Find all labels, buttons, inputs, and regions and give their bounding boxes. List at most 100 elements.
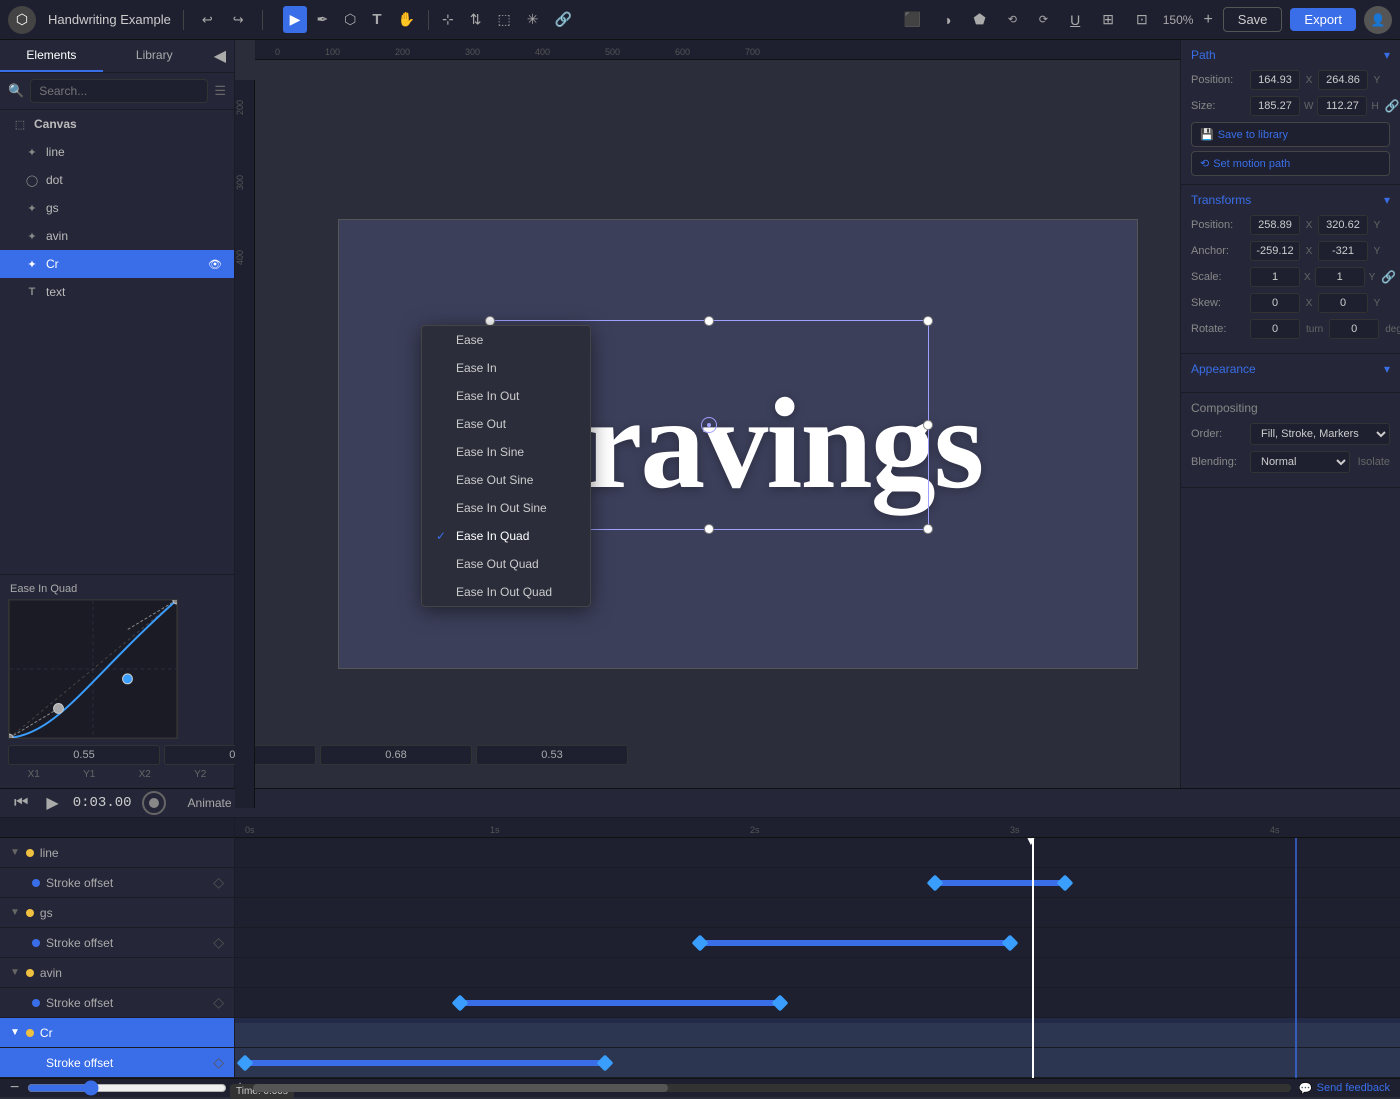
key-avin-2[interactable] [772,994,789,1011]
dropdown-ease[interactable]: Ease [422,326,590,354]
transforms-title[interactable]: Transforms ▾ [1191,193,1390,207]
appearance-title[interactable]: Appearance ▾ [1191,362,1390,376]
dropdown-ease-in-out-quad[interactable]: Ease In Out Quad [422,578,590,606]
dropdown-ease-out[interactable]: Ease Out [422,410,590,438]
dropdown-ease-out-quad[interactable]: Ease Out Quad [422,550,590,578]
blending-select[interactable]: Normal [1250,451,1350,473]
render-button[interactable]: ⬛ [897,6,928,33]
dropdown-ease-in-quad[interactable]: ✓ Ease In Quad [422,522,590,550]
forward-button[interactable]: ⟳ [1032,8,1055,31]
path-title[interactable]: Path ▾ [1191,48,1390,62]
size-h-input[interactable]: 112.27 [1317,96,1367,116]
path-tool[interactable]: 🔗 [547,6,578,33]
tl-play-button[interactable]: ▶ [42,789,62,817]
canvas-area[interactable]: Cravings [275,80,1200,808]
layer-dot[interactable]: ◯ dot [0,166,234,194]
collapse-sidebar-button[interactable]: ◀ [206,40,234,72]
effect-tool[interactable]: ✳ [520,6,546,33]
tl-zoom-slider[interactable] [27,1080,227,1096]
pos-y-input[interactable]: 264.86 [1318,70,1368,90]
search-input[interactable] [30,79,208,103]
size-w-input[interactable]: 185.27 [1250,96,1300,116]
key-line-1[interactable] [927,874,944,891]
rewind-button[interactable]: ⟲ [1001,8,1024,31]
handle-tr[interactable] [923,316,933,326]
size-link-icon[interactable]: 🔗 [1385,99,1400,113]
layer-cr[interactable]: ✦ Cr 👁 [0,250,234,278]
key-line-2[interactable] [1057,874,1074,891]
key-gs-2[interactable] [1002,934,1019,951]
save-library-button[interactable]: 💾 Save to library [1191,122,1390,147]
stroke-cr-add-key[interactable]: ◇ [213,1054,224,1071]
set-motion-button[interactable]: ⟲ Set motion path [1191,151,1390,176]
cr-visibility-icon[interactable]: 👁 [208,258,222,271]
stroke-avin-add-key[interactable]: ◇ [213,994,224,1011]
redo-button[interactable]: ↪ [227,8,250,32]
tl-playhead[interactable]: ▼ [1032,838,1034,1078]
text-tool[interactable]: T [365,6,388,33]
layer-text[interactable]: T text [0,278,234,306]
anchor-y-input[interactable]: -321 [1318,241,1368,261]
scale-link-icon[interactable]: 🔗 [1381,270,1396,284]
save-button[interactable]: Save [1223,7,1283,32]
rotate-input[interactable] [1250,319,1300,339]
handle-tm[interactable] [704,316,714,326]
export-button[interactable]: Export [1290,8,1356,31]
anchor-tool[interactable]: ⊹ [435,6,461,33]
shape2-button[interactable]: ⬟ [967,6,993,33]
scale-y-input[interactable]: 1 [1315,267,1365,287]
anchor-x-input[interactable]: -259.12 [1250,241,1300,261]
dropdown-ease-in[interactable]: Ease In [422,354,590,382]
key-gs-1[interactable] [692,934,709,951]
zoom-plus-button[interactable]: + [1201,11,1214,29]
pen-tool[interactable]: ✒ [309,6,335,33]
grid-button[interactable]: ⊞ [1095,6,1121,33]
pos2-x-input[interactable]: 258.89 [1250,215,1300,235]
pos2-y-input[interactable]: 320.62 [1318,215,1368,235]
stroke-line-add-key[interactable]: ◇ [213,874,224,891]
crop-button[interactable]: ⊡ [1129,6,1155,33]
hand-tool[interactable]: ✋ [391,6,422,33]
stroke-gs-add-key[interactable]: ◇ [213,934,224,951]
handle-bm[interactable] [704,524,714,534]
key-cr-1[interactable] [237,1054,254,1071]
tl-zoom-out-button[interactable]: − [10,1079,19,1097]
curve-canvas[interactable] [8,599,178,739]
undo-button[interactable]: ↩ [196,8,219,32]
layer-line[interactable]: ✦ line [0,138,234,166]
dropdown-ease-in-out[interactable]: Ease In Out [422,382,590,410]
color-button[interactable]: ◑ [936,7,958,33]
tl-record-button[interactable] [142,791,166,815]
tl-4s: 4s [1270,825,1280,835]
layer-gs[interactable]: ✦ gs [0,194,234,222]
tl-skip-start-button[interactable]: ⏮ [10,790,32,816]
tl-scroll-bar[interactable] [253,1084,1291,1092]
tab-library[interactable]: Library [103,40,206,72]
align-tool[interactable]: ⇅ [463,6,489,33]
cr-dot [26,1029,34,1037]
tl-animate-button[interactable]: Animate [180,792,240,814]
easing-dropdown[interactable]: Ease Ease In Ease In Out Ease Out Ease I… [421,325,591,607]
dropdown-ease-in-sine[interactable]: Ease In Sine [422,438,590,466]
curve-x1[interactable]: 0.55 [8,745,160,765]
send-feedback-button[interactable]: 💬 Send feedback [1299,1082,1390,1095]
play-tool[interactable]: ▶ [283,6,308,33]
handle-br[interactable] [923,524,933,534]
shape-tool[interactable]: ⬡ [337,6,363,33]
avin-label: avin [46,229,68,243]
dropdown-ease-in-out-sine[interactable]: Ease In Out Sine [422,494,590,522]
scale-x-input[interactable]: 1 [1250,267,1300,287]
key-cr-2[interactable] [597,1054,614,1071]
pos-x-input[interactable]: 164.93 [1250,70,1300,90]
user-avatar[interactable]: 👤 [1364,6,1392,34]
order-select[interactable]: Fill, Stroke, Markers [1250,423,1390,445]
dropdown-ease-out-sine[interactable]: Ease Out Sine [422,466,590,494]
layer-avin[interactable]: ✦ avin [0,222,234,250]
skew-x-input[interactable]: 0 [1250,293,1300,313]
underline-button[interactable]: U [1063,7,1087,33]
frame-tool[interactable]: ⬚ [490,6,517,33]
skew-y-input[interactable]: 0 [1318,293,1368,313]
rotate-deg-input[interactable] [1329,319,1379,339]
tab-elements[interactable]: Elements [0,40,103,72]
key-avin-1[interactable] [452,994,469,1011]
